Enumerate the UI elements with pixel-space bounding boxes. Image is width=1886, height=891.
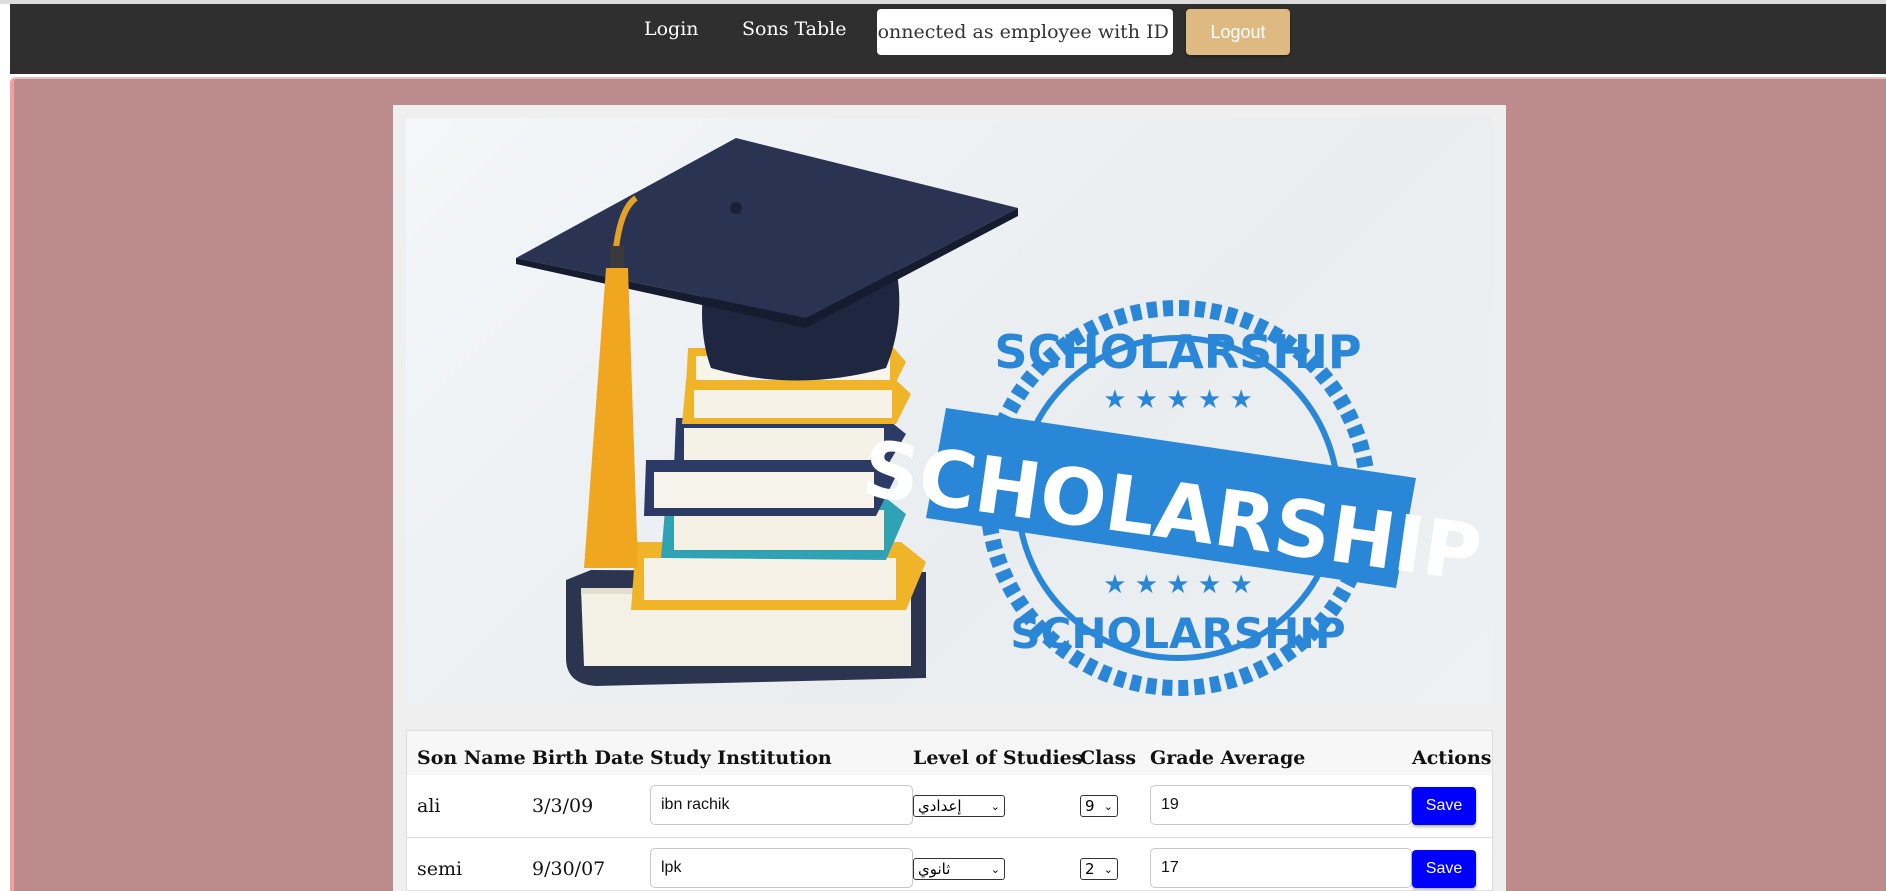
- chevron-down-icon: ⌄: [1103, 799, 1113, 813]
- birth-date-cell: 3/3/09: [532, 795, 594, 817]
- header-class: Class: [1080, 747, 1137, 769]
- grade-average-input[interactable]: [1150, 848, 1412, 888]
- table-header-row: Son Name Birth Date Study Institution Le…: [407, 731, 1492, 776]
- logout-button[interactable]: Logout: [1186, 9, 1290, 55]
- connection-status: Connected as employee with ID 2: [877, 9, 1173, 55]
- save-button[interactable]: Save: [1412, 787, 1476, 825]
- header-son-name: Son Name: [417, 747, 526, 769]
- study-institution-input[interactable]: [650, 785, 913, 825]
- sons-table: Son Name Birth Date Study Institution Le…: [406, 730, 1493, 891]
- save-button[interactable]: Save: [1412, 850, 1476, 888]
- class-value: 2: [1085, 860, 1095, 878]
- grade-average-input[interactable]: [1150, 785, 1412, 825]
- header-grade-average: Grade Average: [1150, 747, 1306, 769]
- birth-date-cell: 9/30/07: [532, 858, 606, 880]
- nav-sons-table-link[interactable]: Sons Table: [742, 18, 847, 40]
- chevron-down-icon: ⌄: [990, 799, 1000, 813]
- navbar: Login Sons Table Connected as employee w…: [10, 4, 1886, 74]
- son-name-cell: semi: [417, 858, 463, 880]
- scholarship-stamp-icon: SCHOLARSHIP SCHOLARSHIP SCHOLARSHIP ★ ★ …: [857, 300, 1486, 696]
- nav-login-link[interactable]: Login: [644, 18, 699, 40]
- svg-text:★ ★ ★ ★ ★: ★ ★ ★ ★ ★: [1103, 385, 1253, 415]
- svg-text:★ ★ ★ ★ ★: ★ ★ ★ ★ ★: [1103, 570, 1253, 600]
- header-birth-date: Birth Date: [532, 747, 645, 769]
- chevron-down-icon: ⌄: [1103, 862, 1113, 876]
- class-value: 9: [1085, 797, 1095, 815]
- level-of-studies-value: إعدادي: [918, 797, 962, 815]
- class-select[interactable]: 2 ⌄: [1080, 858, 1118, 880]
- stamp-bottom-text: SCHOLARSHIP: [1010, 609, 1345, 658]
- table-row: semi 9/30/07 ثانوي ⌄ 2 ⌄ Save: [407, 838, 1492, 890]
- scholarship-illustration: SCHOLARSHIP SCHOLARSHIP SCHOLARSHIP ★ ★ …: [516, 138, 1486, 696]
- header-level-of-studies: Level of Studies: [913, 747, 1083, 769]
- chevron-down-icon: ⌄: [990, 862, 1000, 876]
- header-study-institution: Study Institution: [650, 747, 832, 769]
- class-select[interactable]: 9 ⌄: [1080, 795, 1118, 817]
- stamp-top-text: SCHOLARSHIP: [994, 325, 1361, 379]
- study-institution-input[interactable]: [650, 848, 913, 888]
- scholarship-hero-image: SCHOLARSHIP SCHOLARSHIP SCHOLARSHIP ★ ★ …: [406, 118, 1493, 704]
- level-of-studies-select[interactable]: إعدادي ⌄: [913, 795, 1005, 817]
- level-of-studies-select[interactable]: ثانوي ⌄: [913, 858, 1005, 880]
- table-row: ali 3/3/09 إعدادي ⌄ 9 ⌄ Save: [407, 775, 1492, 838]
- level-of-studies-value: ثانوي: [918, 860, 951, 878]
- header-actions: Actions: [1412, 747, 1492, 769]
- son-name-cell: ali: [417, 795, 441, 817]
